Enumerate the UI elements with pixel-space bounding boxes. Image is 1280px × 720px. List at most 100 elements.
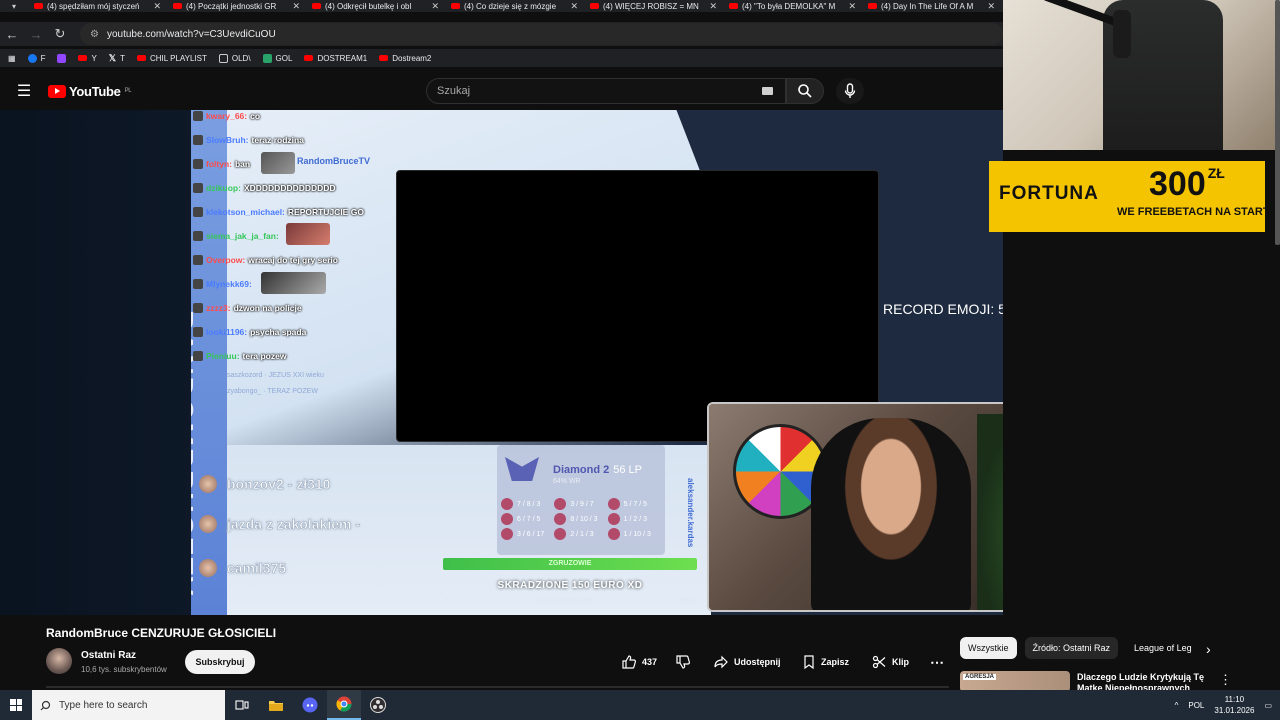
taskbar-search-input[interactable]: Type here to search bbox=[32, 690, 225, 720]
forward-arrow-icon[interactable]: → bbox=[24, 27, 48, 42]
youtube-favicon-icon bbox=[312, 3, 321, 9]
close-icon[interactable]: ✕ bbox=[570, 1, 578, 12]
bookmark-dostream1[interactable]: DOSTREAM1 bbox=[304, 54, 367, 63]
share-button[interactable]: Udostępnij bbox=[708, 651, 787, 673]
thumbs-up-icon bbox=[622, 655, 636, 669]
youtube-header: ☰ YouTube PL Szukaj bbox=[0, 72, 1003, 110]
close-icon[interactable]: ✕ bbox=[292, 1, 300, 12]
task-view-button[interactable] bbox=[225, 690, 259, 720]
chat-text: XDDDDDDDDDDDDDD bbox=[243, 183, 336, 193]
menu-icon[interactable]: ☰ bbox=[0, 81, 48, 101]
chat-badge-icon bbox=[193, 327, 203, 337]
recommended-title[interactable]: Dlaczego Ludzie Krytykują Tę Matkę Niepe… bbox=[1077, 672, 1207, 692]
description-box-edge bbox=[46, 686, 949, 688]
fortuna-ad-banner[interactable]: FORTUNA 300 ZŁ WE FREEBETACH NA START bbox=[989, 161, 1265, 232]
microphone-image bbox=[1113, 10, 1131, 58]
browser-tab[interactable]: (4) spędziłam mój styczeń ✕ bbox=[28, 0, 167, 12]
like-button[interactable]: 437 bbox=[616, 651, 663, 673]
champion-icon bbox=[501, 513, 513, 525]
browser-tab[interactable]: (4) Day In The Life Of A M ✕ bbox=[862, 0, 1001, 12]
chip-league[interactable]: League of Leg bbox=[1126, 637, 1200, 659]
taskbar-search-placeholder: Type here to search bbox=[59, 699, 148, 711]
tab-title: (4) Początki jednostki GR bbox=[186, 1, 277, 11]
chat-message: looki1196: psycha spada bbox=[193, 326, 306, 338]
chat-message: Mlynekk69: bbox=[193, 278, 255, 290]
chevron-up-icon[interactable]: ^ bbox=[1175, 701, 1179, 710]
bookmark-gol[interactable]: GOL bbox=[262, 53, 292, 63]
goal-current: zł3,023.69(504%) bbox=[537, 597, 592, 604]
channel-avatar[interactable] bbox=[46, 648, 72, 674]
language-indicator[interactable]: POL bbox=[1188, 701, 1204, 710]
notification-icon[interactable]: ▭ bbox=[1264, 701, 1272, 710]
more-vertical-icon[interactable]: ⋮ bbox=[1219, 672, 1232, 688]
subscribe-button[interactable]: Subskrybuj bbox=[185, 650, 255, 674]
bookmark-dostream2[interactable]: Dostream2 bbox=[379, 54, 431, 63]
more-actions-button[interactable]: ⋯ bbox=[924, 651, 950, 673]
bookmark-folder-old[interactable]: OLD\ bbox=[218, 53, 251, 63]
clock[interactable]: 11:10 31.01.2026 bbox=[1214, 694, 1254, 716]
chevron-right-icon[interactable]: › bbox=[1206, 641, 1211, 657]
keyboard-icon[interactable] bbox=[762, 87, 773, 95]
ad-subtitle: WE FREEBETACH NA START bbox=[1117, 206, 1265, 218]
chrome-button[interactable] bbox=[327, 690, 361, 720]
browser-tab[interactable]: (4) Początki jednostki GR ✕ bbox=[167, 0, 306, 12]
thumbnail-text: AGRESJA bbox=[963, 674, 997, 680]
tab-title: (4) spędziłam mój styczeń bbox=[47, 1, 140, 11]
youtube-favicon-icon bbox=[34, 3, 43, 9]
page-scrollbar[interactable] bbox=[1275, 0, 1280, 245]
chat-message: zzzz3: dzwon na policje bbox=[193, 302, 302, 314]
bookmark-facebook[interactable]: F bbox=[27, 53, 45, 63]
start-button[interactable] bbox=[0, 690, 32, 720]
reload-icon[interactable]: ↻ bbox=[48, 26, 72, 42]
chat-text: psycha spada bbox=[250, 327, 307, 337]
streamer-handle: aleksander.kardas bbox=[686, 478, 695, 548]
channel-name[interactable]: Ostatni Raz bbox=[81, 650, 136, 661]
rank-card: Diamond 2 56 LP 64% WR 7 / 8 / 3 3 / 9 / … bbox=[497, 445, 665, 555]
close-icon[interactable]: ✕ bbox=[431, 1, 439, 12]
voice-search-button[interactable] bbox=[836, 78, 864, 104]
chat-badge-icon bbox=[193, 207, 203, 217]
browser-tab[interactable]: (4) "To była DEMOLKA" M ✕ bbox=[723, 0, 862, 12]
url-field[interactable]: ⚙ youtube.com/watch?v=C3UevdiCuOU bbox=[80, 23, 1003, 45]
browser-tab[interactable]: (4) WIĘCEJ ROBISZ = MN ✕ bbox=[584, 0, 723, 12]
chat-message: Pieniuu: tera pozew bbox=[193, 350, 286, 362]
search-button[interactable] bbox=[786, 78, 824, 104]
browser-tab[interactable]: (4) Odkręcił butelkę i obl ✕ bbox=[306, 0, 445, 12]
obs-button[interactable] bbox=[361, 690, 395, 720]
bookmark-x[interactable]: 𝕏T bbox=[109, 53, 125, 64]
dislike-button[interactable] bbox=[670, 651, 696, 673]
chip-all[interactable]: Wszystkie bbox=[960, 637, 1017, 659]
browser-tab[interactable]: (4) Co dzieje się z mózgie ✕ bbox=[445, 0, 584, 12]
recommended-thumbnail[interactable]: AGRESJA bbox=[960, 671, 1070, 692]
search-input[interactable]: Szukaj bbox=[426, 78, 786, 104]
champion-icon bbox=[501, 498, 513, 510]
bookmark-twitch[interactable] bbox=[57, 53, 67, 63]
chat-message: Overpow: wracaj do tej gry serio bbox=[193, 254, 338, 266]
donor-entry: bonzov2 - zł310 bbox=[199, 475, 331, 493]
close-icon[interactable]: ✕ bbox=[987, 1, 995, 12]
youtube-favicon-icon bbox=[729, 3, 738, 9]
search-icon bbox=[798, 84, 812, 98]
save-button[interactable]: Zapisz bbox=[797, 651, 855, 673]
clip-button[interactable]: Klip bbox=[866, 651, 915, 673]
back-arrow-icon[interactable]: ← bbox=[0, 27, 24, 42]
ad-currency: ZŁ bbox=[1207, 165, 1225, 181]
chip-source[interactable]: Źródło: Ostatni Raz bbox=[1024, 637, 1119, 659]
close-icon[interactable]: ✕ bbox=[848, 1, 856, 12]
close-icon[interactable]: ✕ bbox=[709, 1, 717, 12]
apps-grid-icon[interactable]: ▦ bbox=[8, 54, 16, 63]
close-icon[interactable]: ✕ bbox=[153, 1, 161, 12]
x-logo-icon: 𝕏 bbox=[108, 52, 117, 63]
match-entry: 1 / 2 / 3 bbox=[607, 513, 661, 525]
donation-goal-text: SKRADZIONE 150 EURO XD bbox=[497, 580, 643, 591]
recorder-webcam bbox=[1003, 0, 1280, 150]
discord-button[interactable] bbox=[293, 690, 327, 720]
file-explorer-button[interactable] bbox=[259, 690, 293, 720]
tab-search-chevron-icon[interactable]: ▾ bbox=[0, 0, 28, 12]
chat-username: saszkozord bbox=[227, 372, 263, 379]
bookmark-youtube[interactable]: Y bbox=[78, 54, 97, 63]
youtube-logo[interactable]: YouTube PL bbox=[48, 84, 132, 99]
site-settings-icon[interactable]: ⚙ bbox=[90, 29, 99, 40]
bookmark-chil-playlist[interactable]: CHIL PLAYLIST bbox=[136, 54, 207, 63]
match-kda: 2 / 1 / 3 bbox=[570, 530, 594, 538]
